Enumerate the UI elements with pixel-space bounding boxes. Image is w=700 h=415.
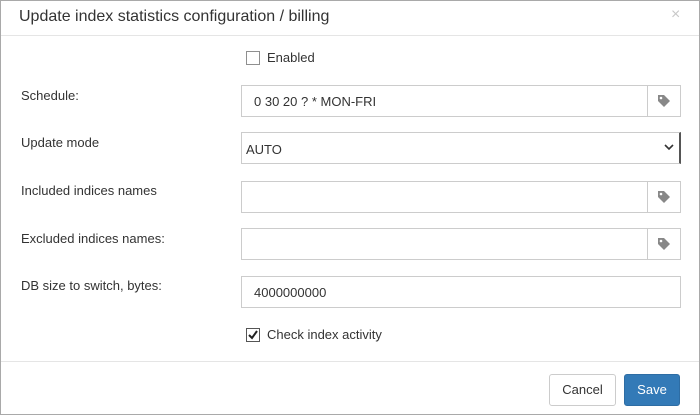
schedule-label: Schedule:: [21, 88, 79, 103]
dialog-header: Update index statistics configuration / …: [1, 1, 699, 36]
dialog-title: Update index statistics configuration / …: [19, 8, 330, 25]
chevron-down-icon: [663, 141, 675, 156]
update-mode-select[interactable]: AUTO: [241, 132, 681, 164]
check-activity-checkbox[interactable]: [246, 328, 260, 342]
db-size-value: 4000000000: [254, 285, 327, 300]
checkmark-icon: [248, 330, 258, 340]
dialog-footer: Cancel Save: [1, 361, 699, 415]
close-icon[interactable]: ×: [671, 6, 680, 24]
update-mode-label: Update mode: [21, 135, 100, 150]
update-index-stats-dialog: Update index statistics configuration / …: [0, 0, 700, 415]
db-size-input[interactable]: 4000000000: [241, 276, 681, 308]
save-button[interactable]: Save: [624, 374, 680, 406]
included-indices-input[interactable]: [241, 181, 681, 213]
cancel-button[interactable]: Cancel: [549, 374, 616, 406]
tag-icon[interactable]: [647, 86, 680, 116]
excluded-indices-input[interactable]: [241, 228, 681, 260]
enabled-label: Enabled: [267, 50, 315, 65]
included-indices-label: Included indices names: [21, 183, 157, 198]
enabled-checkbox[interactable]: [246, 51, 260, 65]
update-mode-value: AUTO: [246, 142, 282, 157]
check-activity-label: Check index activity: [267, 327, 382, 342]
tag-icon[interactable]: [647, 229, 680, 259]
schedule-value: 0 30 20 ? * MON-FRI: [254, 94, 377, 109]
db-size-label: DB size to switch, bytes:: [21, 278, 162, 293]
schedule-input[interactable]: 0 30 20 ? * MON-FRI: [241, 85, 681, 117]
tag-icon[interactable]: [647, 182, 680, 212]
excluded-indices-label: Excluded indices names:: [21, 231, 165, 246]
